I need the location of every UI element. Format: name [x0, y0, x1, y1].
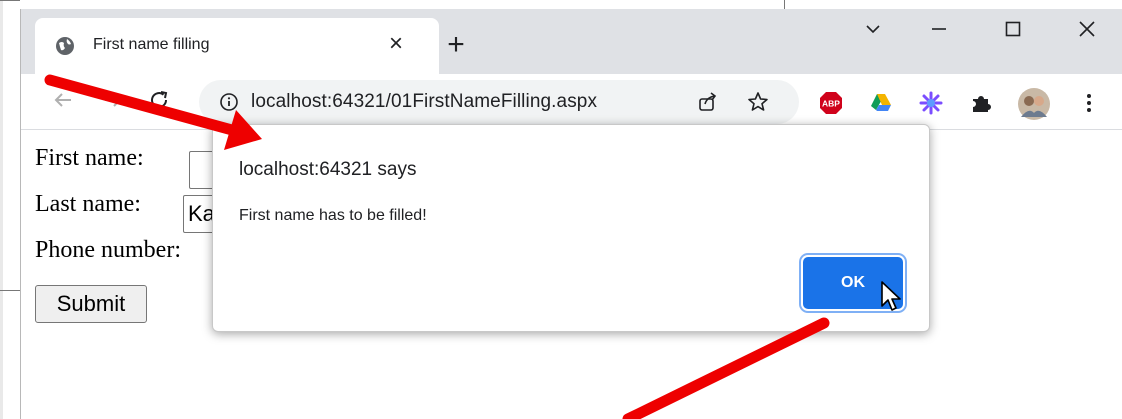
annotation-arrow-top: [44, 74, 262, 150]
annotation-arrow-bottom: [622, 317, 830, 419]
annotation-arrows: [44, 74, 830, 419]
